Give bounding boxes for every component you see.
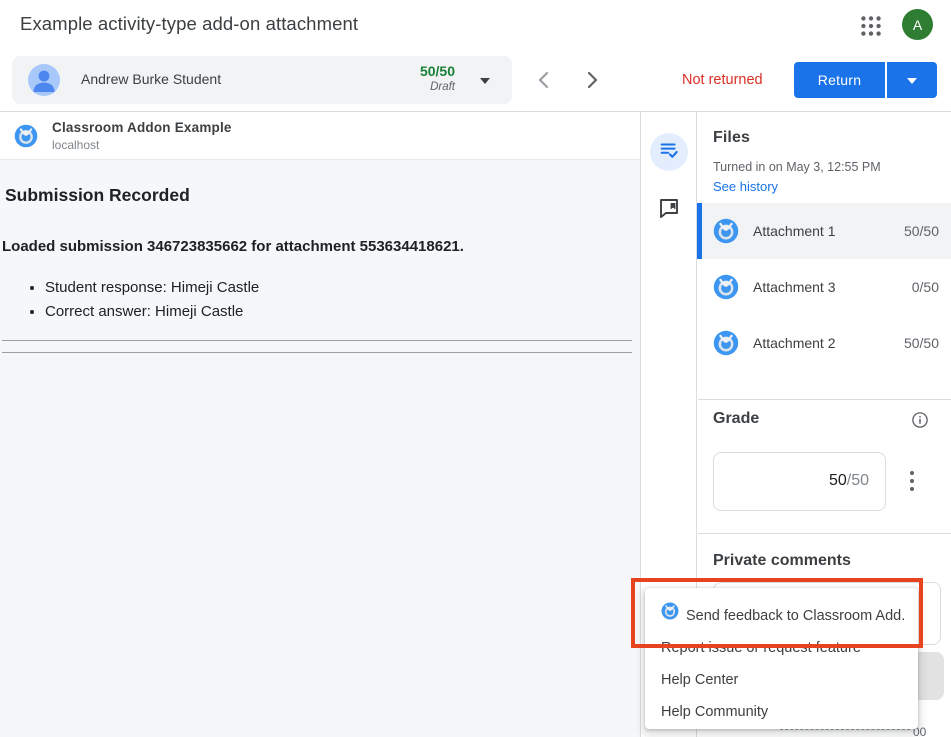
menu-item-help-community[interactable]: Help Community [645, 696, 918, 728]
attachment-addon-icon [713, 330, 739, 356]
private-comments-heading: Private comments [713, 552, 851, 570]
addon-header-bar: Classroom Addon Example localhost [0, 112, 640, 160]
submission-summary: Loaded submission 346723835662 for attac… [2, 238, 464, 255]
student-selector-caret-icon [480, 78, 490, 84]
submission-detail-list: Student response: Himeji Castle Correct … [45, 276, 259, 324]
return-dropdown-button[interactable] [887, 62, 937, 98]
grade-value: 50 [829, 472, 847, 489]
menu-item-send-feedback[interactable]: Send feedback to Classroom Add. [645, 600, 918, 632]
classroom-grading-screen: Example activity-type add-on attachment … [0, 0, 951, 737]
attachment-name: Attachment 2 [753, 335, 836, 351]
help-menu: Send feedback to Classroom Add. Report i… [645, 588, 918, 729]
account-avatar[interactable]: A [902, 9, 933, 40]
grading-toolbar: Andrew Burke Student 50/50 Draft Not ret… [0, 56, 951, 111]
files-grade-divider [698, 399, 951, 400]
apps-grid-button[interactable] [858, 13, 884, 39]
draft-label: Draft [420, 81, 455, 93]
addon-logo-icon [661, 600, 679, 632]
student-name: Andrew Burke Student [81, 71, 221, 87]
attachment-row-2[interactable]: Attachment 2 50/50 [697, 315, 951, 371]
files-heading: Files [713, 129, 750, 147]
menu-item-report-issue[interactable]: Report issue or request feature [645, 632, 918, 664]
grade-heading: Grade [713, 410, 759, 428]
return-button[interactable]: Return [794, 62, 885, 98]
menu-item-label: Report issue or request feature [661, 632, 861, 664]
addon-name: Classroom Addon Example [52, 120, 232, 135]
menu-item-label: Send feedback to Classroom Add. [686, 600, 905, 632]
student-response-item: Student response: Himeji Castle [45, 276, 259, 300]
menu-item-label: Help Community [661, 696, 768, 728]
student-avatar [28, 64, 60, 96]
grade-comments-divider [698, 533, 951, 534]
correct-answer-item: Correct answer: Himeji Castle [45, 300, 259, 324]
grading-tab-button[interactable] [650, 133, 688, 171]
avatar-letter: A [913, 17, 922, 33]
page-title: Example activity-type add-on attachment [20, 13, 358, 35]
addon-content: Submission Recorded Loaded submission 34… [0, 160, 640, 737]
next-student-button[interactable] [580, 68, 604, 92]
attachment-name: Attachment 3 [753, 279, 836, 295]
attachment-name: Attachment 1 [753, 223, 836, 239]
attachment-row-3[interactable]: Attachment 3 0/50 [697, 259, 951, 315]
student-selector[interactable]: Andrew Burke Student 50/50 Draft [12, 56, 512, 104]
attachment-score: 0/50 [912, 279, 939, 295]
previous-student-button[interactable] [532, 68, 556, 92]
comment-bank-icon [657, 207, 681, 224]
addon-logo-icon [14, 124, 38, 148]
grade-info-icon[interactable] [911, 411, 929, 429]
submission-heading: Submission Recorded [5, 185, 190, 206]
content-divider-1 [2, 340, 632, 341]
apps-grid-icon [858, 26, 884, 43]
menu-item-label: Help Center [661, 664, 738, 696]
grade-max: /50 [847, 472, 869, 489]
content-divider-2 [2, 352, 632, 353]
attachment-addon-icon [713, 218, 739, 244]
addon-iframe-pane: Classroom Addon Example localhost Submis… [0, 112, 641, 737]
student-score-block: 50/50 Draft [420, 63, 455, 93]
grading-icon [658, 139, 680, 166]
comment-bank-button[interactable] [657, 196, 681, 220]
attachment-score: 50/50 [904, 223, 939, 239]
see-history-link[interactable]: See history [713, 179, 778, 194]
student-score: 50/50 [420, 63, 455, 79]
addon-host: localhost [52, 138, 99, 152]
return-status: Not returned [682, 72, 763, 88]
attachment-score: 50/50 [904, 335, 939, 351]
attachment-addon-icon [713, 274, 739, 300]
menu-item-help-center[interactable]: Help Center [645, 664, 918, 696]
grade-overflow-menu[interactable] [905, 465, 919, 497]
grade-input[interactable]: 50/50 [713, 452, 886, 511]
return-dropdown-caret-icon [907, 78, 917, 84]
attachment-row-1[interactable]: Attachment 1 50/50 [697, 203, 951, 259]
top-header: Example activity-type add-on attachment … [0, 0, 951, 56]
turned-in-timestamp: Turned in on May 3, 12:55 PM [713, 160, 881, 174]
